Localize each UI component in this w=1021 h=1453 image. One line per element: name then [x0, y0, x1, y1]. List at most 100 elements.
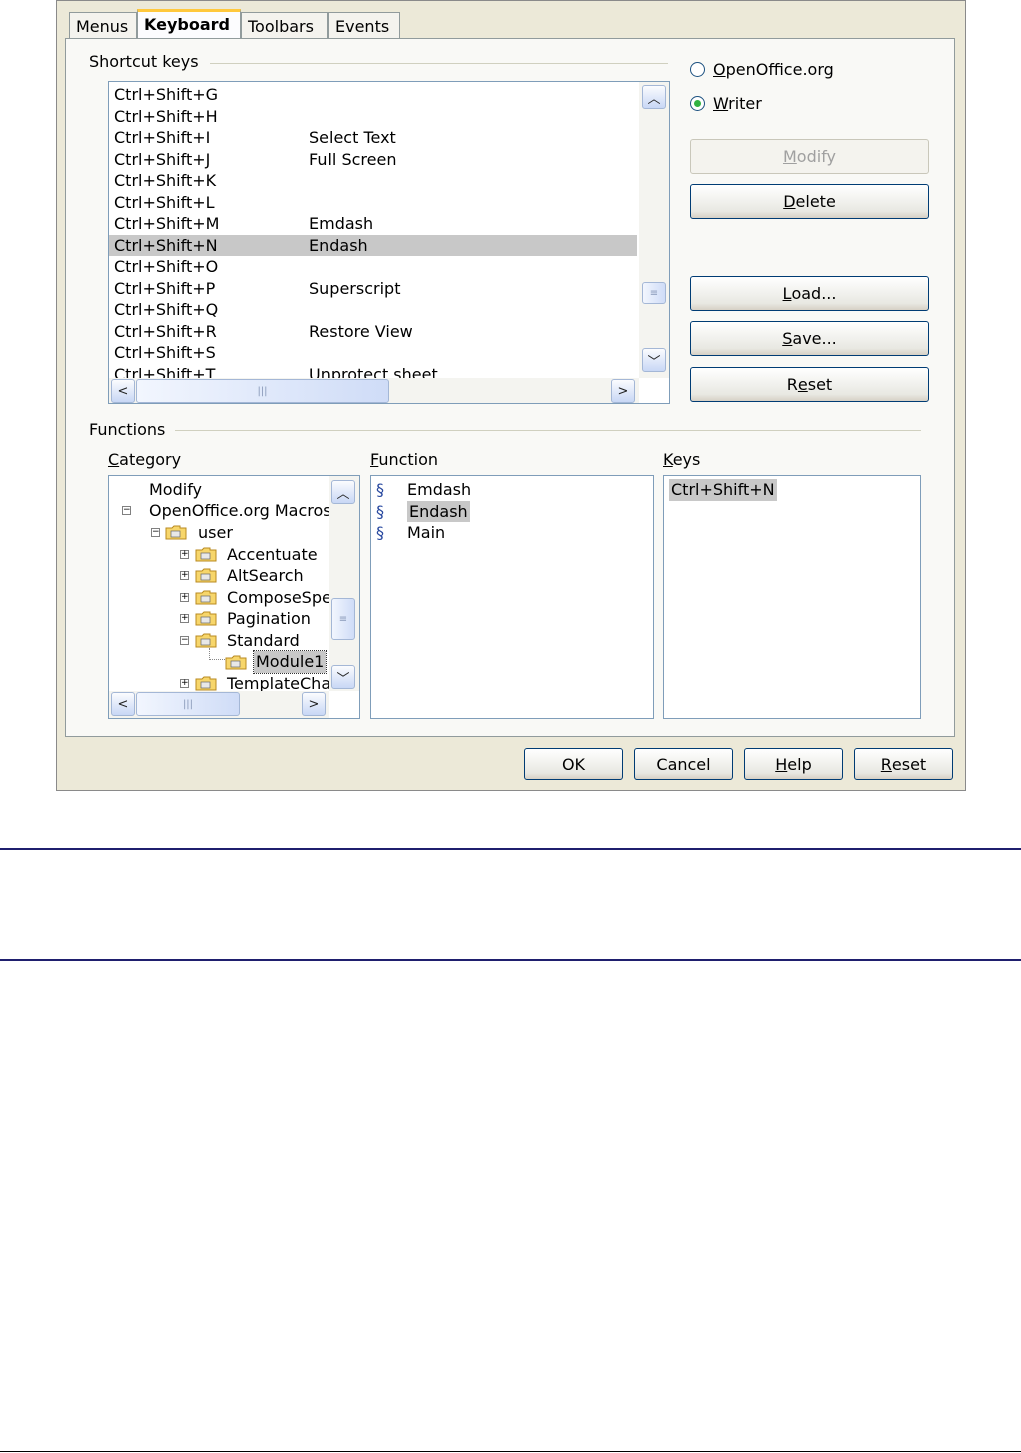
- shortcut-key: Ctrl+Shift+I: [114, 128, 211, 147]
- tree-item-module1[interactable]: Module1: [252, 650, 328, 674]
- save-button[interactable]: Save...: [690, 321, 929, 356]
- radio-writer-label: Writer: [713, 94, 762, 113]
- shortcut-key: Ctrl+Shift+R: [114, 321, 217, 341]
- tree-item-pagination[interactable]: Pagination: [227, 608, 311, 630]
- shortcut-function: Emdash: [309, 214, 374, 233]
- function-label: Function: [370, 450, 439, 469]
- tab-toolbars[interactable]: Toolbars: [241, 12, 328, 39]
- folder-icon: [195, 633, 217, 648]
- tree-item-composespecial[interactable]: ComposeSpecial: [227, 587, 329, 609]
- shortcut-keys-vscrollbar[interactable]: ︿ ≡ ﹀: [639, 82, 669, 378]
- vscroll-thumb[interactable]: ≡: [331, 598, 355, 640]
- shortcut-keys-list[interactable]: Ctrl+Shift+G Ctrl+Shift+H Ctrl+Shift+I Sele…: [108, 81, 670, 404]
- tree-expand-icon[interactable]: +: [180, 571, 189, 580]
- shortcut-row[interactable]: Ctrl+Shift+P Superscript: [109, 278, 637, 300]
- shortcut-keys-hscrollbar[interactable]: < ||| >: [109, 378, 639, 403]
- radio-openoffice[interactable]: OpenOffice.org: [690, 60, 890, 82]
- tree-collapse-icon[interactable]: −: [180, 636, 189, 645]
- help-button[interactable]: Help: [744, 748, 843, 780]
- macro-icon: §: [376, 480, 384, 499]
- scroll-left-button[interactable]: <: [111, 692, 135, 716]
- chevron-right-icon: >: [308, 696, 320, 712]
- chevron-up-icon: ︿: [336, 486, 350, 502]
- shortcut-row[interactable]: Ctrl+Shift+S: [109, 342, 637, 364]
- functions-divider: [175, 430, 921, 431]
- shortcut-row[interactable]: Ctrl+Shift+K: [109, 170, 637, 192]
- shortcut-keys-divider: [210, 63, 668, 64]
- tree-item-user[interactable]: user: [198, 522, 233, 544]
- category-hscrollbar[interactable]: < ||| >: [109, 691, 329, 718]
- reset-keys-button[interactable]: Re set: [690, 367, 929, 402]
- shortcut-row[interactable]: Ctrl+Shift+Q: [109, 299, 637, 321]
- tree-connector: [209, 648, 225, 660]
- delete-button[interactable]: Delete: [690, 184, 929, 219]
- macro-icon: §: [376, 501, 384, 521]
- tab-keyboard[interactable]: Keyboard: [137, 9, 241, 40]
- keys-list[interactable]: Ctrl+Shift+N: [663, 475, 921, 719]
- radio-writer[interactable]: Writer: [690, 94, 890, 116]
- cancel-button[interactable]: Cancel: [634, 748, 733, 780]
- tree-item-openoffice-macros[interactable]: OpenOffice.org Macros: [149, 500, 329, 522]
- tab-events[interactable]: Events: [328, 12, 400, 39]
- folder-icon: [195, 611, 217, 626]
- shortcut-key: Ctrl+Shift+H: [114, 106, 218, 126]
- shortcut-key: Ctrl+Shift+N: [114, 235, 218, 255]
- vscroll-thumb[interactable]: ≡: [642, 282, 666, 304]
- scroll-down-button[interactable]: ﹀: [642, 348, 666, 372]
- shortcut-row[interactable]: Ctrl+Shift+N Endash: [109, 234, 637, 256]
- scroll-right-button[interactable]: >: [302, 692, 326, 716]
- tab-menus[interactable]: Menus: [69, 12, 137, 39]
- hscroll-thumb[interactable]: |||: [136, 379, 389, 403]
- tree-expand-icon[interactable]: +: [180, 550, 189, 559]
- load-button[interactable]: Load...: [690, 276, 929, 311]
- radio-openoffice-label: OpenOffice.org: [713, 60, 834, 79]
- category-vscrollbar[interactable]: ︿ ≡ ﹀: [329, 476, 359, 691]
- shortcut-row[interactable]: Ctrl+Shift+G: [109, 84, 637, 106]
- keys-list-item[interactable]: Ctrl+Shift+N: [669, 479, 777, 501]
- folder-icon: [195, 568, 217, 583]
- radio-circle-checked[interactable]: [690, 96, 705, 111]
- tree-expand-icon[interactable]: +: [180, 679, 189, 688]
- shortcut-keys-rows: Ctrl+Shift+G Ctrl+Shift+H Ctrl+Shift+I Sele…: [109, 84, 639, 379]
- macro-icon: §: [376, 523, 384, 542]
- shortcut-row[interactable]: Ctrl+Shift+R Restore View: [109, 321, 637, 343]
- shortcut-row[interactable]: Ctrl+Shift+L: [109, 192, 637, 214]
- category-tree-rows: Modify − OpenOffice.org Macros − user + …: [109, 478, 329, 691]
- radio-circle[interactable]: [690, 62, 705, 77]
- scroll-up-button[interactable]: ︿: [331, 480, 355, 504]
- chevron-left-icon: <: [117, 383, 129, 399]
- chevron-right-icon: >: [617, 383, 629, 399]
- scroll-left-button[interactable]: <: [111, 379, 135, 403]
- shortcut-row[interactable]: Ctrl+Shift+I Select Text: [109, 127, 637, 149]
- shortcut-row[interactable]: Ctrl+Shift+J Full Screen: [109, 149, 637, 171]
- folder-icon: [195, 676, 217, 691]
- modify-button[interactable]: Modify: [690, 139, 929, 174]
- function-list[interactable]: § Emdash § Endash § Main: [370, 475, 654, 719]
- reset-button[interactable]: Reset: [854, 748, 953, 780]
- tree-collapse-icon[interactable]: −: [122, 506, 131, 515]
- keys-label: Keys: [663, 450, 701, 469]
- folder-icon: [195, 590, 217, 605]
- shortcut-row[interactable]: Ctrl+Shift+O: [109, 256, 637, 278]
- shortcut-function: Endash: [309, 235, 368, 255]
- tree-expand-icon[interactable]: +: [180, 614, 189, 623]
- tree-collapse-icon[interactable]: −: [151, 528, 160, 537]
- ok-button[interactable]: OK: [524, 748, 623, 780]
- shortcut-key: Ctrl+Shift+T: [114, 364, 216, 380]
- tree-item-altsearch[interactable]: AltSearch: [227, 565, 304, 587]
- tree-item-modify[interactable]: Modify: [149, 479, 202, 501]
- scroll-up-button[interactable]: ︿: [642, 85, 666, 109]
- scroll-right-button[interactable]: >: [611, 379, 635, 403]
- hscroll-thumb[interactable]: |||: [136, 692, 240, 716]
- tree-item-accentuate[interactable]: Accentuate: [227, 544, 318, 566]
- shortcut-function: Select Text: [309, 128, 396, 147]
- category-tree[interactable]: Modify − OpenOffice.org Macros − user + …: [108, 475, 360, 719]
- scroll-down-button[interactable]: ﹀: [331, 665, 355, 689]
- shortcut-function: Superscript: [309, 278, 401, 298]
- shortcut-row[interactable]: Ctrl+Shift+T Unprotect sheet: [109, 364, 637, 380]
- shortcut-row[interactable]: Ctrl+Shift+H: [109, 106, 637, 128]
- shortcut-row[interactable]: Ctrl+Shift+M Emdash: [109, 213, 637, 235]
- tree-item-standard[interactable]: Standard: [227, 630, 300, 652]
- tree-expand-icon[interactable]: +: [180, 593, 189, 602]
- tree-item-templatechanger[interactable]: TemplateChanger: [227, 673, 329, 691]
